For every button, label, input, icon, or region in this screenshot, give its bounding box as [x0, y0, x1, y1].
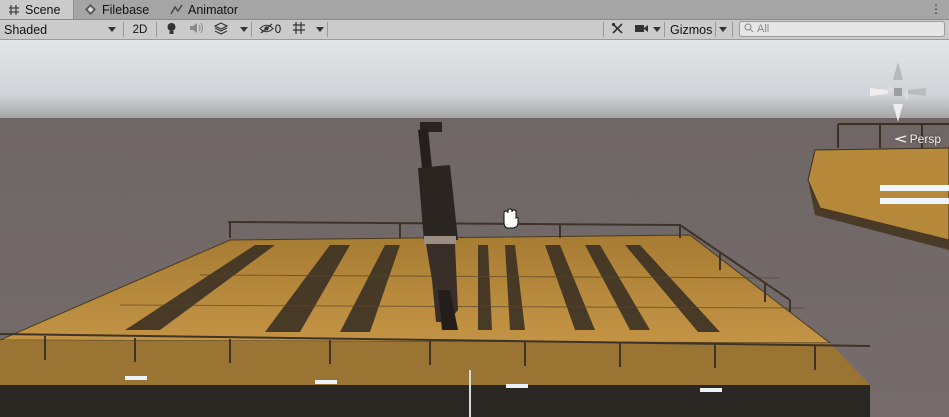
- diamond-icon: [84, 3, 97, 16]
- search-input[interactable]: All: [739, 21, 945, 37]
- camera-icon: [634, 23, 649, 37]
- tab-animator-label: Animator: [188, 2, 239, 17]
- eye-slash-icon: [259, 22, 274, 37]
- hidden-count: 0: [274, 23, 282, 36]
- perspective-icon: [893, 132, 907, 146]
- camera-dropdown-icon[interactable]: [653, 27, 661, 32]
- camera-button[interactable]: [630, 20, 652, 39]
- projection-toggle[interactable]: Persp: [893, 132, 941, 146]
- search-placeholder: All: [757, 23, 770, 35]
- effects-icon: [213, 21, 229, 38]
- tab-bar: Scene Filebase Animator ⋮: [0, 0, 949, 20]
- tab-animator[interactable]: Animator: [162, 0, 248, 19]
- scene-viewport[interactable]: Persp: [0, 40, 949, 417]
- gizmos-chevron-icon[interactable]: [719, 27, 727, 32]
- lighting-toggle-button[interactable]: [160, 20, 182, 39]
- tab-scene-label: Scene: [25, 2, 61, 17]
- scene-render: [0, 40, 949, 417]
- animator-icon: [170, 4, 183, 16]
- lightbulb-icon: [166, 22, 177, 38]
- more-options-icon[interactable]: ⋮: [930, 2, 943, 16]
- gizmos-label: Gizmos: [670, 22, 713, 37]
- grid-toggle-button[interactable]: [288, 20, 310, 39]
- tools-button[interactable]: [606, 20, 628, 39]
- hash-icon: [8, 4, 20, 16]
- shading-mode-dropdown[interactable]: Shaded: [0, 20, 122, 39]
- effects-dropdown-icon[interactable]: [240, 27, 248, 32]
- audio-toggle-button[interactable]: [184, 20, 208, 39]
- toggle-2d-button[interactable]: 2D: [127, 20, 153, 39]
- tab-filebase-label: Filebase: [102, 2, 150, 17]
- hand-cursor-icon: [503, 208, 519, 229]
- tab-scene[interactable]: Scene: [0, 0, 74, 19]
- shading-mode-label: Shaded: [4, 22, 48, 37]
- grid-icon: [292, 21, 306, 38]
- chevron-down-icon: [108, 27, 116, 32]
- speaker-icon: [189, 22, 203, 37]
- grid-dropdown-icon[interactable]: [316, 27, 324, 32]
- projection-label: Persp: [909, 132, 941, 146]
- toggle-2d-label: 2D: [132, 23, 148, 36]
- tools-icon: [611, 22, 624, 38]
- scene-visibility-button[interactable]: 0: [255, 20, 285, 39]
- scene-toolbar: Shaded 2D 0 Gizmos All: [0, 20, 949, 40]
- effects-toggle-button[interactable]: [209, 20, 233, 39]
- search-icon: [744, 23, 754, 36]
- tab-filebase[interactable]: Filebase: [76, 0, 162, 19]
